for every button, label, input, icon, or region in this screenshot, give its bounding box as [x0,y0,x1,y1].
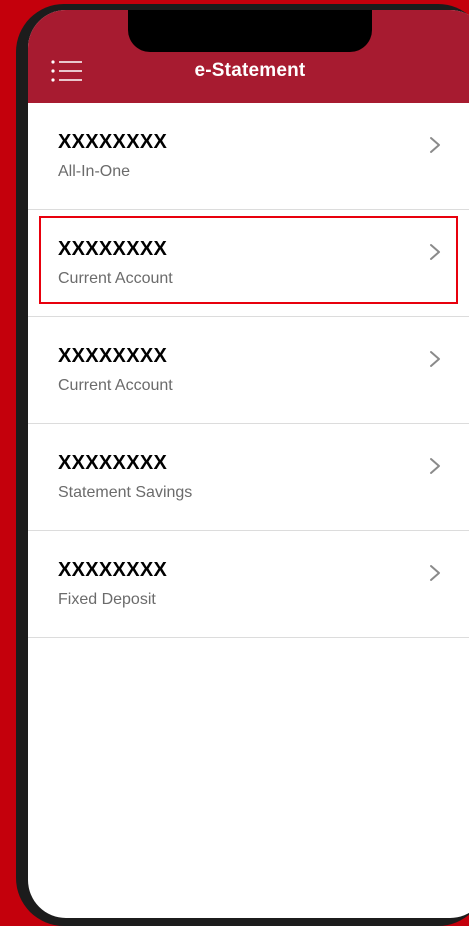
chevron-right-icon [430,565,440,581]
account-type: Fixed Deposit [58,591,156,608]
account-type: Statement Savings [58,484,193,501]
account-row-fixed-deposit[interactable]: XXXXXXXX Fixed Deposit [28,531,469,638]
account-number: XXXXXXXX [58,452,168,474]
chevron-right-icon [430,351,440,367]
chevron-right-icon [430,137,440,153]
account-number: XXXXXXXX [58,131,168,153]
account-row-statement-savings[interactable]: XXXXXXXX Statement Savings [28,424,469,531]
account-type: Current Account [58,377,173,394]
account-type: All-In-One [58,163,131,180]
chevron-right-icon [430,244,440,260]
phone-notch [128,10,372,52]
account-row-all-in-one[interactable]: XXXXXXXX All-In-One [28,103,469,210]
app-header: e-Statement [28,10,469,103]
account-row-current-account-1[interactable]: XXXXXXXX Current Account [28,210,469,317]
account-type: Current Account [58,270,173,287]
account-number: XXXXXXXX [58,559,168,581]
phone-screen: e-Statement XXXXXXXX All-In-One XXXXXXXX… [28,10,469,918]
page-title: e-Statement [194,60,306,81]
chevron-right-icon [430,458,440,474]
account-row-current-account-2[interactable]: XXXXXXXX Current Account [28,317,469,424]
account-number: XXXXXXXX [58,345,168,367]
account-number: XXXXXXXX [58,238,168,260]
account-list: XXXXXXXX All-In-One XXXXXXXX Current Acc… [28,103,469,638]
